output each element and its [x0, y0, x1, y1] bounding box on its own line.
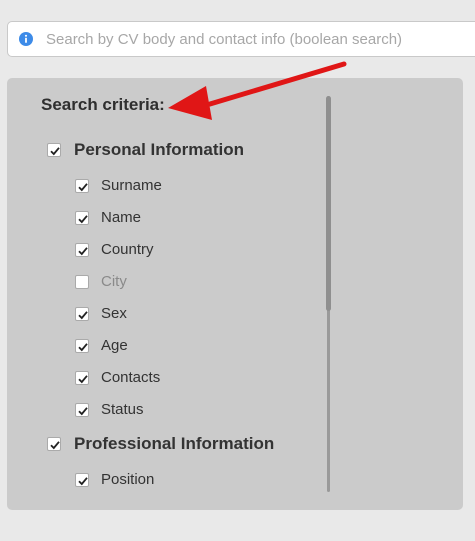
- criteria-item-label: Contacts: [101, 369, 161, 386]
- criteria-group-label: Professional Information: [74, 434, 275, 453]
- search-criteria-panel: Search criteria: Personal Information Su…: [7, 78, 463, 510]
- checkmark-icon: [50, 441, 60, 450]
- checkbox-personal-information[interactable]: [47, 143, 61, 157]
- criteria-item-country[interactable]: Country: [75, 241, 154, 258]
- criteria-item-status[interactable]: Status: [75, 401, 144, 418]
- criteria-item-label: City: [101, 273, 127, 290]
- info-circle-icon: [19, 32, 33, 46]
- criteria-item-label: Age: [101, 337, 128, 354]
- criteria-item-sex[interactable]: Sex: [75, 305, 127, 322]
- criteria-group-personal-information[interactable]: Personal Information: [47, 140, 244, 160]
- checkmark-icon: [78, 246, 88, 255]
- criteria-item-label: Surname: [101, 177, 162, 194]
- criteria-scroll-area: Search criteria: Personal Information Su…: [7, 78, 463, 510]
- checkbox-name[interactable]: [75, 210, 89, 225]
- criteria-item-position[interactable]: Position: [75, 471, 154, 488]
- checkmark-icon: [78, 374, 88, 383]
- search-criteria-title: Search criteria:: [41, 95, 165, 114]
- checkmark-icon: [78, 342, 88, 351]
- checkbox-status[interactable]: [75, 402, 89, 417]
- criteria-group-professional-information[interactable]: Professional Information: [47, 434, 274, 454]
- checkmark-icon: [78, 214, 88, 223]
- checkmark-icon: [50, 147, 60, 156]
- checkmark-icon: [78, 182, 88, 191]
- criteria-item-label: Name: [101, 209, 142, 226]
- checkmark-icon: [78, 310, 88, 319]
- checkbox-sex[interactable]: [75, 306, 89, 321]
- criteria-item-label: Sex: [101, 305, 127, 322]
- scrollbar-thumb[interactable]: [326, 96, 331, 311]
- criteria-item-surname[interactable]: Surname: [75, 177, 162, 194]
- checkbox-country[interactable]: [75, 242, 89, 257]
- criteria-group-label: Personal Information: [74, 140, 245, 159]
- criteria-item-name[interactable]: Name: [75, 209, 141, 226]
- checkmark-icon: [78, 476, 88, 485]
- criteria-item-label: Status: [101, 401, 144, 418]
- checkbox-city[interactable]: [75, 274, 89, 289]
- criteria-item-contacts[interactable]: Contacts: [75, 369, 160, 386]
- criteria-item-label: Country: [101, 241, 154, 258]
- checkmark-icon: [78, 406, 88, 415]
- checkbox-age[interactable]: [75, 338, 89, 353]
- checkbox-position[interactable]: [75, 472, 89, 487]
- search-input[interactable]: [46, 22, 475, 56]
- checkbox-surname[interactable]: [75, 178, 89, 193]
- checkbox-contacts[interactable]: [75, 370, 89, 385]
- search-bar[interactable]: [7, 21, 475, 57]
- criteria-item-age[interactable]: Age: [75, 337, 128, 354]
- criteria-item-city[interactable]: City: [75, 273, 127, 290]
- criteria-item-label: Position: [101, 471, 155, 488]
- checkbox-professional-information[interactable]: [47, 437, 61, 451]
